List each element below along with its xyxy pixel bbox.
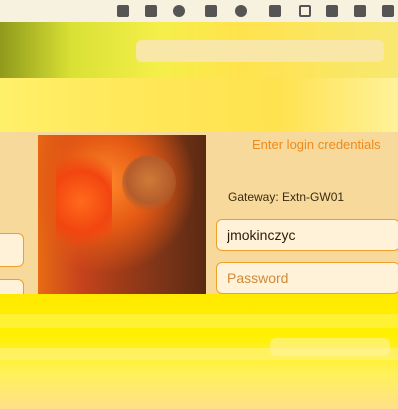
left-field-edge[interactable] [0,233,24,267]
tray-app-icon[interactable] [145,5,157,17]
tray-app-icon[interactable] [117,5,129,17]
blurred-header-band [136,40,384,62]
blurred-footer-region [0,294,398,409]
username-input[interactable] [217,220,398,250]
battery-icon[interactable] [382,5,394,17]
tray-app-icon[interactable] [299,5,311,17]
wifi-icon[interactable] [354,5,366,17]
login-title: Enter login credentials [252,137,381,152]
bluetooth-icon[interactable] [326,5,338,17]
tray-app-icon[interactable] [205,5,217,17]
illustration-figure [122,155,176,211]
globe-icon[interactable] [235,5,247,17]
password-input[interactable] [217,263,398,293]
system-menubar [0,0,398,23]
login-illustration [38,135,206,295]
blurred-footer-stripe [0,314,398,328]
tray-app-icon[interactable] [269,5,281,17]
gateway-label: Gateway: Extn-GW01 [228,190,345,204]
password-field[interactable] [216,262,398,294]
blurred-button-shape [270,338,390,356]
blurred-header-region [0,22,398,132]
blurred-glow-band [0,78,398,132]
tray-app-icon[interactable] [173,5,185,17]
illustration-highlight [56,141,112,251]
username-field[interactable] [216,219,398,251]
